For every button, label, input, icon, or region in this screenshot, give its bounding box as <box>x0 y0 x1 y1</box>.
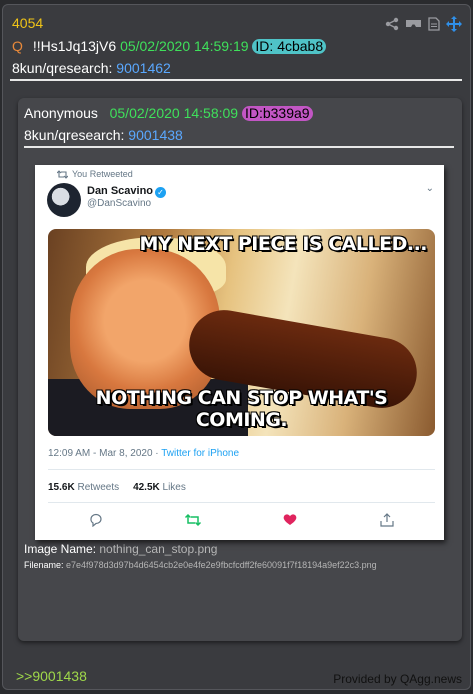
avatar <box>47 183 81 217</box>
post-number: 4054 <box>12 15 44 31</box>
filename-line: Filename: e7e4f978d3d97b4d6454cb2e0e4fe2… <box>24 560 377 570</box>
tweet-display-name: Dan Scavino <box>87 185 154 197</box>
quoted-datetime: 05/02/2020 14:58:09 <box>109 105 239 121</box>
reply-icon <box>90 513 102 527</box>
likes-label: Likes <box>159 482 186 493</box>
retweets-label: Retweets <box>74 482 120 493</box>
likes-count: 42.5K <box>133 482 160 493</box>
board-label: 8kun/qresearch: <box>12 60 113 76</box>
move-arrows-icon[interactable] <box>446 16 462 32</box>
quoted-divider <box>24 146 454 148</box>
tweet-timestamp: 12:09 AM - Mar 8, 2020 · <box>48 448 162 459</box>
image-name-label: Image Name: <box>24 542 97 556</box>
retweet-small-icon <box>57 170 68 179</box>
post-id-badge[interactable]: ID: 4cbab8 <box>252 39 327 54</box>
post-board-line: 8kun/qresearch: 9001462 <box>12 60 171 76</box>
verified-badge-icon: ✓ <box>155 187 167 198</box>
document-icon[interactable] <box>428 17 440 31</box>
quoted-post: Anonymous 05/02/2020 14:58:09 ID:b339a9 … <box>18 98 462 641</box>
header-divider <box>10 79 462 81</box>
meme-top-caption: MY NEXT PIECE IS CALLED... <box>139 233 427 255</box>
tweet-source-link: Twitter for iPhone <box>161 448 240 459</box>
q-label: Q <box>12 38 23 54</box>
meme-image: MY NEXT PIECE IS CALLED... NOTHING CAN S… <box>48 229 435 436</box>
provided-by-label: Provided by QAgg.news <box>333 672 462 686</box>
quoted-author: Anonymous <box>24 105 98 121</box>
vr-glasses-icon[interactable] <box>405 18 422 30</box>
tweet-author-line: Dan Scavino ✓ <box>87 185 167 198</box>
image-name-line: Image Name: nothing_can_stop.png <box>24 542 217 556</box>
quoted-board-line: 8kun/qresearch: 9001438 <box>24 127 183 143</box>
tripcode: !!Hs1Jq13jV6 <box>32 38 117 54</box>
share-icon[interactable] <box>385 17 399 31</box>
quoted-post-number-link[interactable]: 9001438 <box>128 127 183 143</box>
post-header: Q !!Hs1Jq13jV6 05/02/2020 14:59:19 ID: 4c… <box>12 38 327 54</box>
tweet-actions <box>48 513 435 527</box>
post-card: 4054 Q !!Hs1Jq13jV6 05/02/2020 14:59:19 I… <box>2 4 471 690</box>
quoted-id-badge[interactable]: ID:b339a9 <box>241 106 313 121</box>
quoted-board-label: 8kun/qresearch: <box>24 127 125 143</box>
tweet-stats: 15.6K Retweets 42.5K Likes <box>48 482 186 493</box>
quoted-post-header: Anonymous 05/02/2020 14:58:09 ID:b339a9 <box>24 105 313 121</box>
tweet-divider-top <box>48 469 435 470</box>
share-tweet-icon <box>380 513 394 527</box>
chevron-down-icon: ⌄ <box>425 183 434 194</box>
image-name-value: nothing_can_stop.png <box>99 542 218 556</box>
retweet-icon <box>185 513 202 527</box>
heart-icon <box>283 514 297 525</box>
filename-label: Filename: <box>24 560 64 570</box>
post-datetime: 05/02/2020 14:59:19 <box>120 38 249 54</box>
post-number-link[interactable]: 9001462 <box>116 60 171 76</box>
tweet-divider-bottom <box>48 502 435 503</box>
meme-bottom-caption: NOTHING CAN STOP WHAT'S COMING. <box>95 387 388 431</box>
tweet-timestamp-line: 12:09 AM - Mar 8, 2020 · Twitter for iPh… <box>48 448 239 459</box>
retweets-count: 15.6K <box>48 482 75 493</box>
post-toolbar <box>385 16 462 32</box>
you-retweeted-label: You Retweeted <box>72 169 133 179</box>
reply-link[interactable]: >>9001438 <box>16 668 87 684</box>
filename-value: e7e4f978d3d97b4d6454cb2e0e4fe2e9fbcfcdff… <box>66 560 377 570</box>
tweet-screenshot[interactable]: You Retweeted Dan Scavino ✓ @DanScavino ⌄… <box>35 165 444 540</box>
tweet-handle: @DanScavino <box>87 198 152 209</box>
